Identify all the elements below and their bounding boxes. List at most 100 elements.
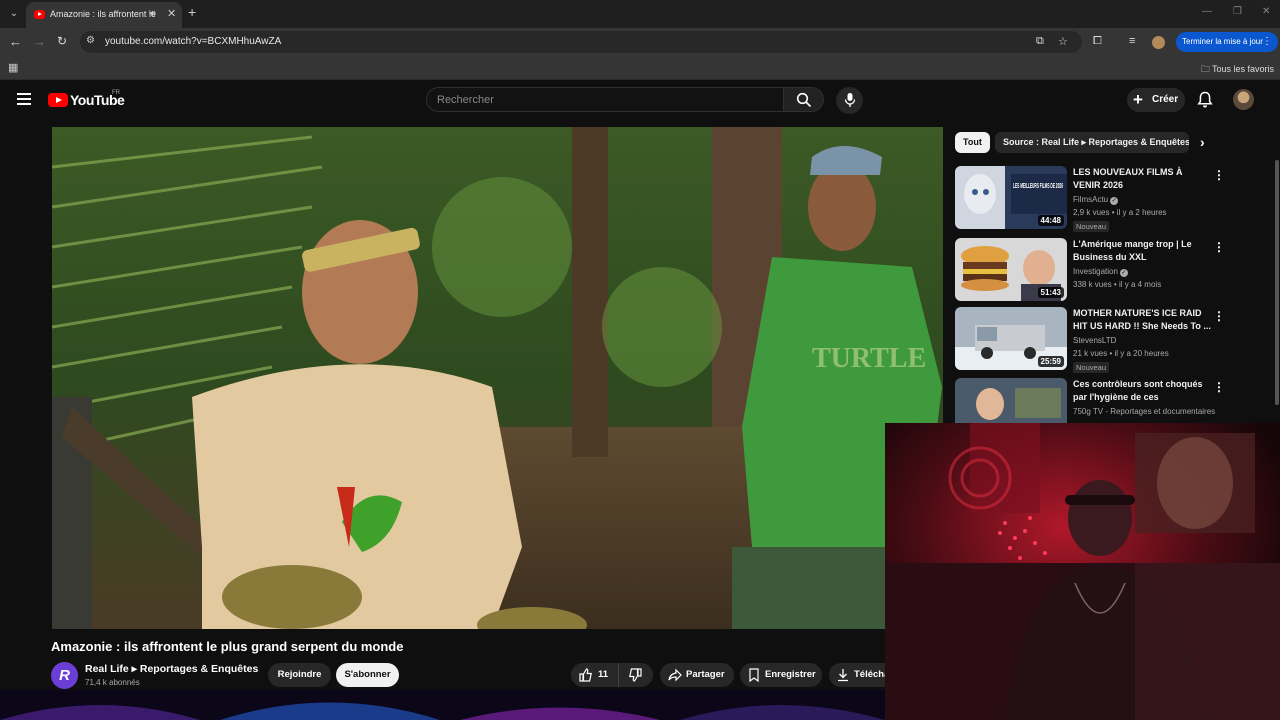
recommended-channel: StevensLTD — [1073, 336, 1116, 345]
search-input[interactable] — [427, 88, 783, 111]
recommended-video[interactable]: 25:59 MOTHER NATURE'S ICE RAID HIT US HA… — [955, 307, 1235, 373]
youtube-play-logo-icon — [48, 93, 68, 107]
plus-icon: + — [1133, 90, 1143, 109]
view-count: 21 k vues — [1073, 349, 1108, 358]
recommended-title[interactable]: L'Amérique mange trop | Le Business du X… — [1073, 238, 1211, 264]
download-icon — [838, 669, 848, 682]
notifications-bell-icon[interactable] — [1197, 91, 1213, 109]
new-tab-icon[interactable]: + — [188, 4, 196, 20]
save-label: Enregistrer — [765, 669, 816, 680]
site-info-icon[interactable]: ⚙︎ — [86, 35, 100, 49]
more-actions-icon[interactable]: ⋮ — [1213, 309, 1225, 323]
video-thumbnail[interactable]: LES MEILLEURS FILMS DE 2026 44:48 — [955, 166, 1067, 229]
like-count: 11 — [598, 669, 609, 680]
upload-age: il y a 2 heures — [1116, 208, 1167, 217]
close-window-icon[interactable]: ✕ — [1262, 6, 1270, 17]
video-duration: 51:43 — [1037, 287, 1064, 298]
save-button[interactable]: Enregistrer — [740, 663, 822, 687]
browser-toolbar: ← → ↻ ⚙︎ youtube.com/watch?v=BCXMHhuAwZA… — [0, 28, 1280, 56]
update-label: Terminer la mise à jour — [1182, 37, 1263, 46]
channel-name[interactable]: Real Life ▸ Reportages & Enquêtes — [85, 663, 258, 675]
subscribe-button[interactable]: S'abonner — [336, 663, 399, 687]
video-thumbnail[interactable]: 25:59 — [955, 307, 1067, 370]
share-icon — [668, 668, 682, 682]
more-actions-icon[interactable]: ⋮ — [1213, 168, 1225, 182]
more-actions-icon[interactable]: ⋮ — [1213, 380, 1225, 394]
new-badge: Nouveau — [1073, 221, 1110, 232]
update-button[interactable]: Terminer la mise à jour ⋮ — [1176, 32, 1278, 52]
folder-icon: 🗀︎ — [1200, 64, 1212, 74]
recommended-channel: Investigation ✓ — [1073, 267, 1128, 277]
thumbs-down-icon — [629, 668, 642, 682]
share-button[interactable]: Partager — [660, 663, 734, 687]
menu-icon[interactable] — [17, 93, 31, 105]
more-vert-icon[interactable]: ⋮ — [1262, 32, 1272, 52]
country-code: FR — [112, 90, 120, 96]
forward-icon[interactable]: → — [33, 34, 46, 49]
recommended-meta: 21 k vues • il y a 20 heures — [1073, 349, 1169, 358]
tab-search-chevron-icon[interactable]: ⌄ — [4, 4, 24, 24]
chevron-right-icon[interactable]: › — [1200, 134, 1205, 150]
channel-label[interactable]: 750g TV - Reportages et documentaires — [1073, 407, 1215, 416]
video-duration: 44:48 — [1037, 215, 1064, 226]
chip-source[interactable]: Source : Real Life ▸ Reportages & Enquêt… — [995, 132, 1189, 153]
youtube-favicon-icon — [34, 10, 45, 19]
recommended-video[interactable]: LES MEILLEURS FILMS DE 2026 44:48 LES NO… — [955, 166, 1235, 232]
reading-list-icon[interactable]: ≡ — [1129, 35, 1135, 47]
recommended-title[interactable]: LES NOUVEAUX FILMS À VENIR 2026 — [1073, 166, 1211, 192]
recommended-channel: FilmsActu ✓ — [1073, 195, 1119, 205]
voice-search-button[interactable] — [836, 87, 863, 114]
bookmark-star-icon[interactable]: ☆ — [1058, 35, 1068, 48]
video-player[interactable]: TURTLE — [52, 127, 943, 629]
upload-age: il y a 20 heures — [1114, 349, 1169, 358]
recommended-channel: 750g TV - Reportages et documentaires — [1073, 407, 1215, 416]
page-scrollbar[interactable] — [1275, 160, 1279, 405]
maximize-icon[interactable]: ❐ — [1233, 6, 1242, 17]
all-bookmarks-label: Tous les favoris — [1211, 64, 1274, 74]
all-bookmarks-folder[interactable]: 🗀︎ Tous les favoris — [1201, 62, 1274, 78]
recommended-video[interactable]: 51:43 L'Amérique mange trop | Le Busines… — [955, 238, 1235, 302]
channel-avatar[interactable]: R — [51, 662, 78, 689]
dislike-button[interactable] — [619, 663, 653, 687]
search-box[interactable] — [426, 87, 784, 112]
subscriber-count: 71,4 k abonnés — [85, 678, 140, 687]
browser-tab[interactable]: Amazonie : ils affrontent le 🔊︎ ✕ — [26, 2, 182, 28]
new-badge: Nouveau — [1073, 362, 1110, 373]
download-label: Télécharger — [854, 669, 885, 680]
thumbnail-overlay-text: LES MEILLEURS FILMS DE 2026 — [1013, 183, 1063, 190]
account-avatar[interactable] — [1233, 89, 1254, 110]
extensions-icon[interactable]: ⧠ — [1093, 35, 1102, 48]
verified-check-icon: ✓ — [1119, 269, 1128, 277]
video-duration: 25:59 — [1037, 356, 1064, 367]
bookmarks-bar: ▦ 🗀︎ Tous les favoris — [0, 56, 1280, 80]
webcam-feed — [885, 423, 1280, 720]
channel-label[interactable]: FilmsActu — [1073, 195, 1108, 204]
verified-check-icon: ✓ — [1110, 197, 1119, 205]
minimize-icon[interactable]: — — [1202, 6, 1212, 17]
install-app-icon[interactable]: ⧉ — [1036, 35, 1044, 48]
create-label: Créer — [1152, 94, 1179, 105]
recommended-title[interactable]: MOTHER NATURE'S ICE RAID HIT US HARD !! … — [1073, 307, 1211, 333]
reload-icon[interactable]: ↻ — [57, 34, 67, 48]
more-actions-icon[interactable]: ⋮ — [1213, 240, 1225, 254]
download-button[interactable]: Télécharger — [829, 663, 885, 687]
create-button[interactable]: + Créer — [1127, 88, 1185, 112]
url-text[interactable]: youtube.com/watch?v=BCXMHhuAwZA — [105, 36, 281, 47]
video-title: Amazonie : ils affrontent le plus grand … — [51, 639, 404, 654]
audio-playing-icon[interactable]: 🔊︎ — [150, 8, 156, 19]
video-thumbnail[interactable]: 51:43 — [955, 238, 1067, 301]
profile-avatar[interactable] — [1152, 36, 1165, 49]
join-button[interactable]: Rejoindre — [268, 663, 331, 687]
tab-close-icon[interactable]: ✕ — [167, 7, 176, 20]
recommended-title[interactable]: Ces contrôleurs sont choqués par l'hygiè… — [1073, 378, 1211, 404]
back-icon[interactable]: ← — [9, 34, 22, 49]
channel-label[interactable]: Investigation — [1073, 267, 1118, 276]
chip-all[interactable]: Tout — [955, 132, 990, 153]
bookmark-icon — [749, 668, 759, 682]
apps-grid-icon[interactable]: ▦ — [8, 61, 18, 74]
search-button[interactable] — [784, 87, 824, 112]
recommended-meta: 2,9 k vues • il y a 2 heures — [1073, 208, 1167, 217]
channel-label[interactable]: StevensLTD — [1073, 336, 1116, 345]
like-button[interactable]: 11 — [571, 663, 619, 687]
address-bar[interactable]: ⚙︎ youtube.com/watch?v=BCXMHhuAwZA ⧉ ☆ — [80, 31, 1082, 53]
